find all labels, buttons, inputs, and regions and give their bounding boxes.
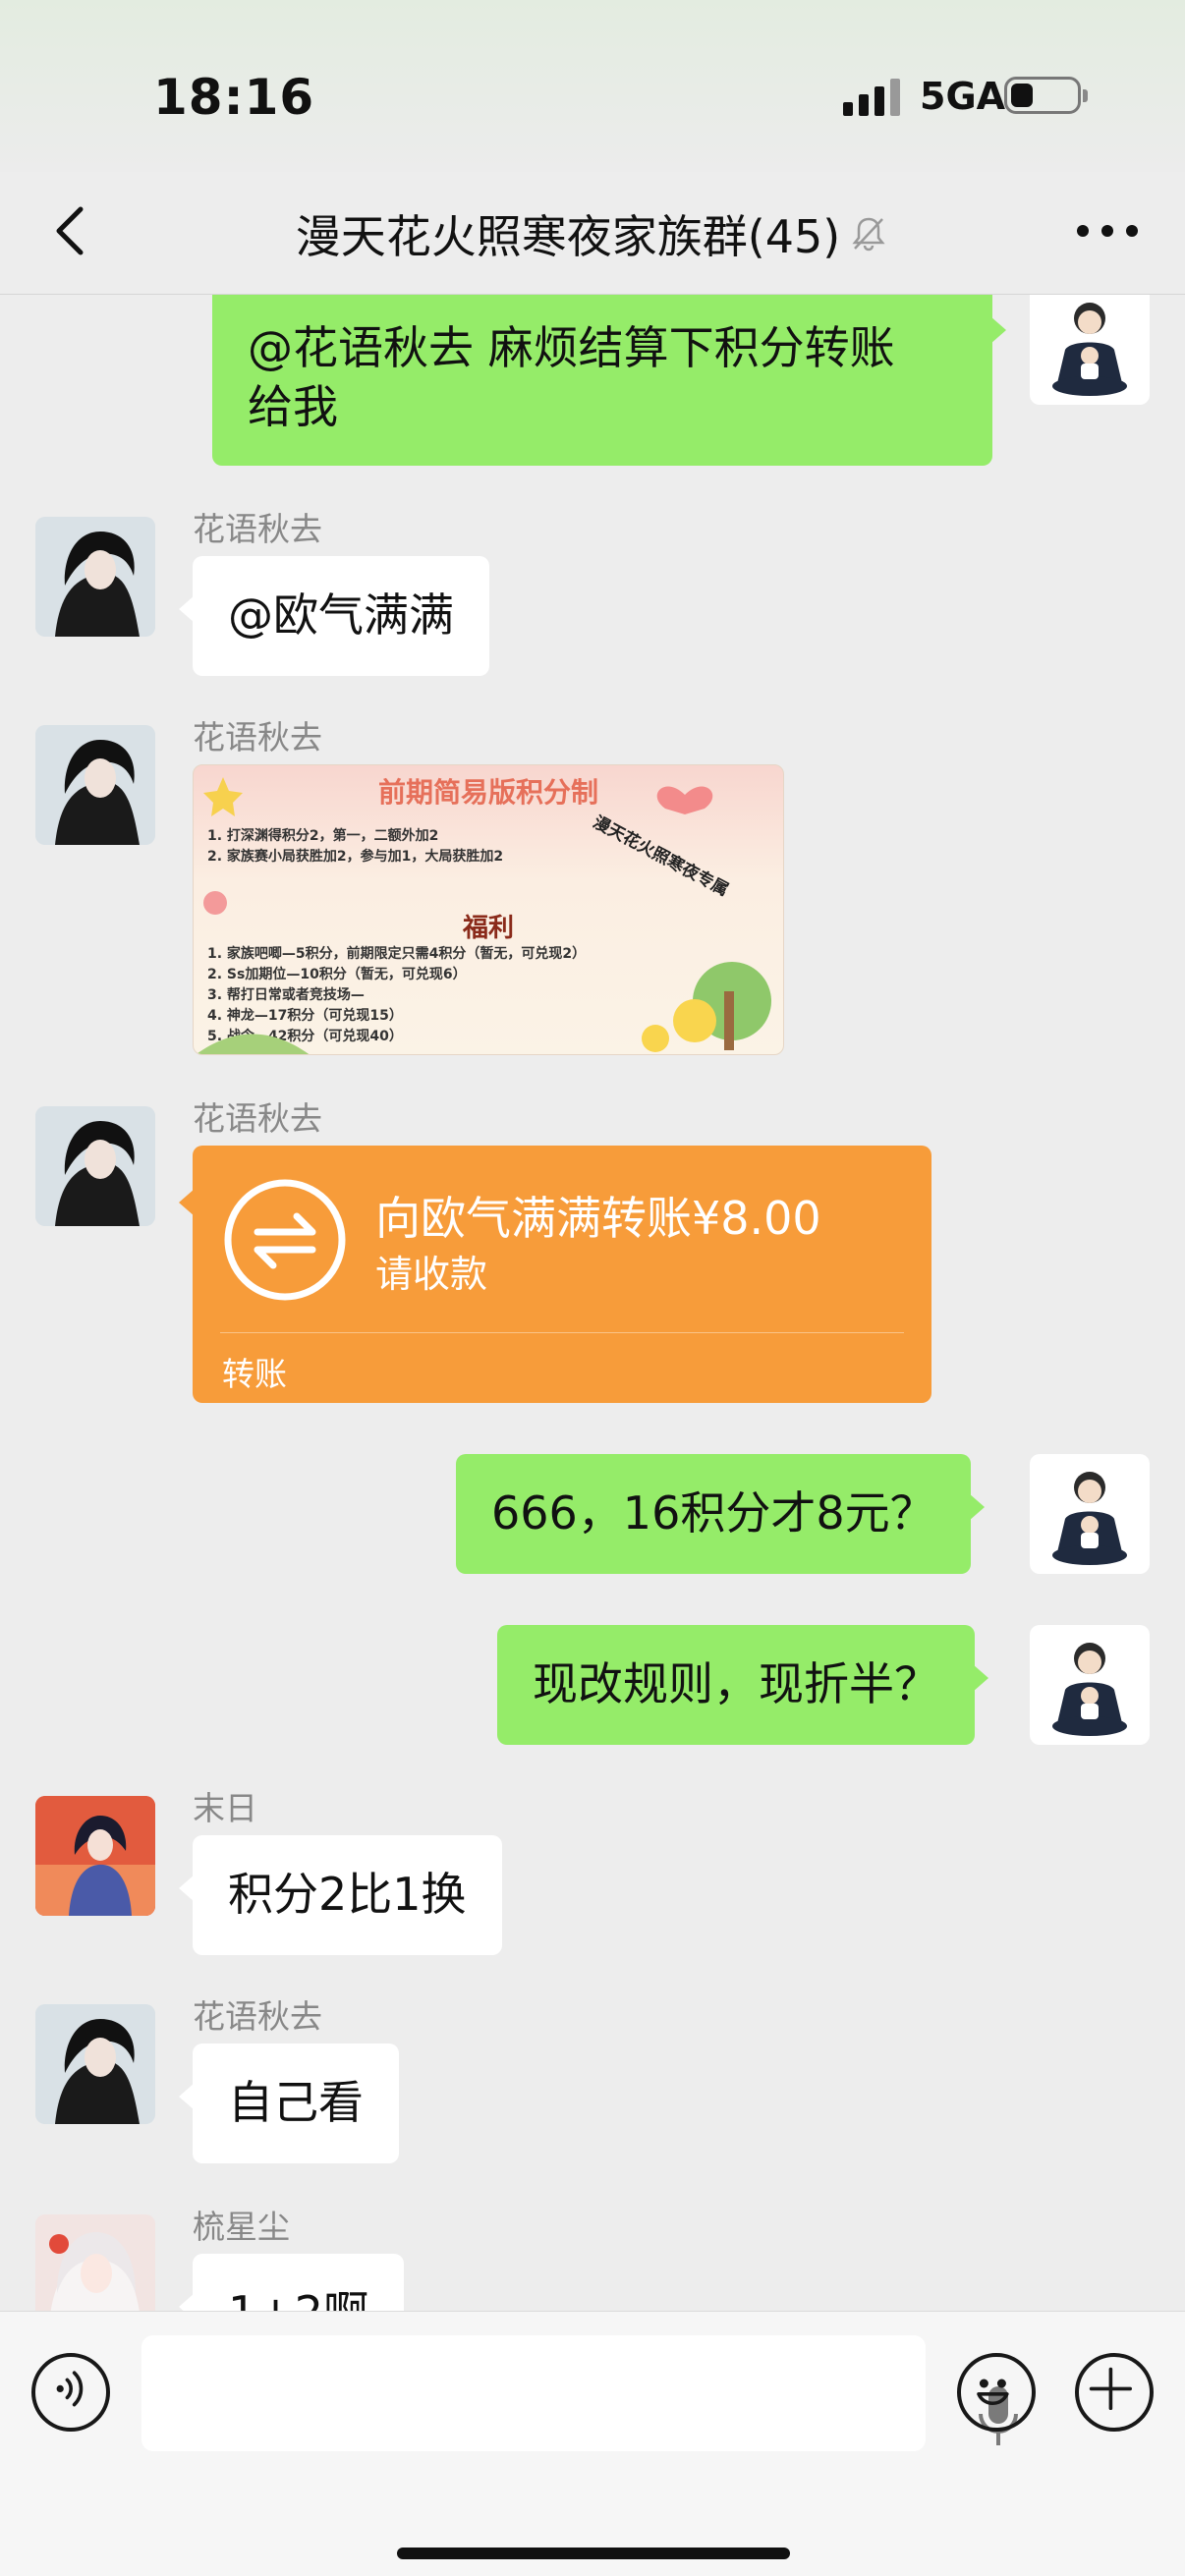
avatar[interactable] bbox=[35, 2214, 155, 2311]
chat-title-wrap: 漫天花火照寒夜家族群(45) bbox=[0, 201, 1185, 266]
sender-name: 末日 bbox=[193, 1789, 257, 1827]
transfer-amount: 向欧气满满转账¥8.00 bbox=[375, 1192, 821, 1245]
chat-header: 漫天花火照寒夜家族群(45) bbox=[0, 172, 1185, 295]
input-bar bbox=[0, 2311, 1185, 2576]
sender-name: 花语秋去 bbox=[193, 1099, 322, 1138]
more-icon[interactable] bbox=[1077, 225, 1146, 239]
message-bubble[interactable]: 1+2啊 bbox=[178, 2254, 405, 2311]
message-bubble[interactable]: @花语秋去 麻烦结算下积分转账 给我 bbox=[212, 295, 1006, 466]
image-message[interactable]: 前期简易版积分制 漫天花火照寒夜专属 1. 打深渊得积分2，第一，二额外加2 2… bbox=[193, 764, 784, 1055]
home-indicator[interactable] bbox=[397, 2548, 790, 2559]
avatar[interactable] bbox=[35, 1106, 155, 1226]
sender-name: 花语秋去 bbox=[193, 718, 322, 756]
transfer-status: 请收款 bbox=[375, 1253, 488, 1296]
message-text: 给我 bbox=[248, 380, 338, 433]
network-type: 5GA bbox=[920, 75, 1006, 118]
message-bubble[interactable]: 积分2比1换 bbox=[179, 1835, 502, 1955]
divider bbox=[220, 1332, 904, 1333]
plus-icon[interactable] bbox=[1075, 2353, 1154, 2432]
transfer-icon bbox=[224, 1179, 346, 1301]
chat-title: 漫天花火照寒夜家族群(45) bbox=[295, 210, 841, 263]
avatar[interactable] bbox=[35, 1796, 155, 1916]
message-text: 积分2比1换 bbox=[228, 1868, 467, 1921]
message-text: @花语秋去 麻烦结算下积分转账 bbox=[248, 321, 895, 374]
emoji-icon[interactable] bbox=[957, 2353, 1036, 2432]
avatar[interactable] bbox=[35, 517, 155, 637]
message-text: 666，16积分才8元？ bbox=[491, 1486, 935, 1540]
message-text: 自己看 bbox=[228, 2076, 364, 2129]
avatar[interactable] bbox=[35, 2004, 155, 2124]
message-input[interactable] bbox=[141, 2335, 1018, 2451]
my-avatar[interactable] bbox=[1030, 1625, 1150, 1745]
transfer-label: 转账 bbox=[222, 1355, 287, 1393]
message-text: @欧气满满 bbox=[228, 588, 454, 642]
battery-icon bbox=[1004, 77, 1088, 114]
voice-icon[interactable] bbox=[31, 2353, 110, 2432]
message-bubble[interactable]: 666，16积分才8元？ bbox=[456, 1454, 985, 1574]
decoration-icon bbox=[196, 777, 771, 1054]
avatar[interactable] bbox=[35, 725, 155, 845]
message-list[interactable]: @花语秋去 麻烦结算下积分转账 给我 花语秋去 @欧气满满 花语秋去 前期简易版… bbox=[0, 295, 1185, 2311]
message-bubble[interactable]: @欧气满满 bbox=[179, 556, 489, 676]
mute-icon bbox=[852, 217, 885, 252]
message-text: 现改规则，现折半？ bbox=[533, 1657, 939, 1710]
transfer-message[interactable]: 向欧气满满转账¥8.00 请收款 转账 bbox=[179, 1146, 931, 1403]
status-time: 18:16 bbox=[153, 69, 315, 126]
signal-icon bbox=[843, 77, 902, 116]
message-bubble[interactable]: 自己看 bbox=[179, 2044, 399, 2163]
status-bar: 18:16 5GA bbox=[0, 0, 1185, 172]
sender-name: 花语秋去 bbox=[193, 1997, 322, 2036]
my-avatar[interactable] bbox=[1030, 1454, 1150, 1574]
my-avatar[interactable] bbox=[1030, 295, 1150, 405]
message-bubble[interactable]: 现改规则，现折半？ bbox=[497, 1625, 988, 1745]
sender-name: 花语秋去 bbox=[193, 510, 322, 548]
message-text: 1+2啊 bbox=[228, 2286, 368, 2311]
sender-name: 梳星尘 bbox=[193, 2208, 290, 2246]
